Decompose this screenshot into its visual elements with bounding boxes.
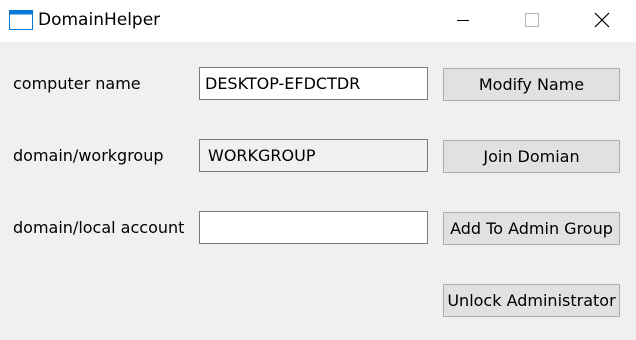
minimize-button[interactable] [440,0,486,42]
app-window-icon [9,10,33,30]
account-input[interactable] [199,211,428,244]
window-title: DomainHelper [38,10,161,30]
maximize-button[interactable] [509,0,555,42]
computer-name-label: computer name [13,74,141,93]
unlock-administrator-button[interactable]: Unlock Administrator [443,284,620,317]
close-button[interactable] [579,0,625,42]
join-domain-button[interactable]: Join Domian [443,140,620,173]
domain-workgroup-label: domain/workgroup [13,146,164,165]
title-bar[interactable]: DomainHelper [0,0,636,42]
account-label: domain/local account [13,218,185,237]
modify-name-button[interactable]: Modify Name [443,68,620,101]
add-to-admin-group-button[interactable]: Add To Admin Group [443,212,620,245]
app-window: DomainHelper computer name DESKTOP-EFDCT… [0,0,636,340]
domain-workgroup-field[interactable]: WORKGROUP [199,139,428,172]
computer-name-input[interactable]: DESKTOP-EFDCTDR [199,67,428,100]
